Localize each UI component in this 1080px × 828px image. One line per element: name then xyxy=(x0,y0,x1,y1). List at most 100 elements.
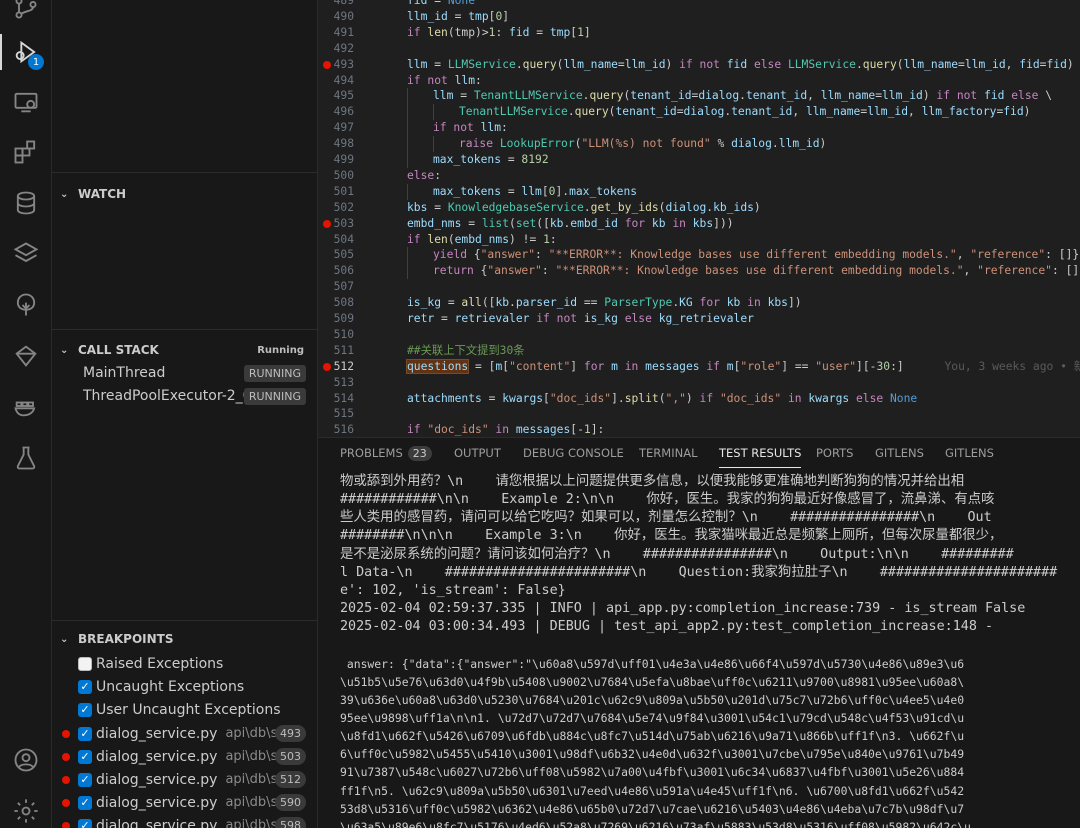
code-text: questions = [m["content"] for m in messa… xyxy=(405,358,1080,375)
code-line[interactable]: 506 return {"answer": "**ERROR**: Knowled… xyxy=(318,263,1080,280)
line-number: 510 xyxy=(333,327,354,341)
settings-gear-icon[interactable] xyxy=(0,789,52,828)
code-text: kbs = KnowledgebaseService.get_by_ids(di… xyxy=(407,200,761,216)
tab-label: OUTPUT xyxy=(454,446,501,460)
code-line[interactable]: 512 questions = [m["content"] for m in me… xyxy=(318,358,1080,375)
code-token: fid xyxy=(1019,57,1040,71)
code-line[interactable]: 508 is_kg = all([kb.parser_id == ParserTy… xyxy=(318,295,1080,311)
code-line[interactable]: 489 fid = None xyxy=(318,0,1080,9)
code-line[interactable]: 502 kbs = KnowledgebaseService.get_by_ids… xyxy=(318,200,1080,216)
code-line[interactable]: 496 TenantLLMService.query(tenant_id=dial… xyxy=(318,104,1080,121)
code-token: llm_id xyxy=(867,105,908,119)
breakpoint-row[interactable]: ✓ dialog_service.py api\db\s... 503 xyxy=(52,745,318,768)
code-line[interactable]: 497 if not llm: xyxy=(318,120,1080,137)
layers-icon[interactable] xyxy=(0,232,52,276)
code-token: split xyxy=(624,391,659,405)
code-line[interactable]: 495 llm = TenantLLMService.query(tenant_i… xyxy=(318,88,1080,105)
code-token: else xyxy=(617,312,659,325)
checkbox[interactable]: ✓ xyxy=(78,795,92,810)
code-line[interactable]: 515 xyxy=(318,406,1080,422)
tab-debug-console[interactable]: DEBUG CONSOLE xyxy=(523,446,624,468)
breakpoint-file: dialog_service.py xyxy=(96,817,218,828)
code-line[interactable]: 503 embd_nms = list(set([kb.embd_id for k… xyxy=(318,216,1080,232)
code-token: all xyxy=(461,296,482,310)
code-line[interactable]: 493 llm = LLMService.query(llm_name=llm_i… xyxy=(318,57,1080,73)
code-token: ( xyxy=(509,216,516,230)
code-line[interactable]: 499 max_tokens = 8192 xyxy=(318,152,1080,168)
tree-icon[interactable] xyxy=(0,283,52,327)
code-line[interactable]: 514 attachments = kwargs["doc_ids"].split… xyxy=(318,391,1080,407)
checkbox[interactable]: ✓ xyxy=(78,818,92,828)
exception-breakpoint-row[interactable]: ✓ User Uncaught Exceptions xyxy=(52,698,318,721)
database-icon[interactable] xyxy=(0,181,52,225)
code-token: : []} xyxy=(1051,264,1080,278)
code-text: yield {"answer": "**ERROR**: Knowledge b… xyxy=(407,247,1079,263)
code-line[interactable]: 509 retr = retrievaler if not is_kg else … xyxy=(318,311,1080,327)
tab-test-results[interactable]: TEST RESULTS xyxy=(719,446,802,468)
exception-breakpoint-row[interactable]: ✓ Uncaught Exceptions xyxy=(52,675,318,698)
code-line[interactable]: 511 ##关联上下文提到30条 xyxy=(318,343,1080,359)
exception-breakpoint-row[interactable]: Raised Exceptions xyxy=(52,652,318,675)
line-number: 492 xyxy=(333,41,354,55)
code-line[interactable]: 491 if len(tmp)>1: fid = tmp[1] xyxy=(318,25,1080,41)
thread-row[interactable]: MainThread RUNNING xyxy=(52,362,318,384)
code-token: = xyxy=(434,312,455,325)
code-line[interactable]: 507 xyxy=(318,279,1080,295)
code-line[interactable]: 516 if "doc_ids" in messages[-1]: xyxy=(318,422,1080,437)
tab-output[interactable]: OUTPUT xyxy=(454,446,501,468)
checkbox[interactable]: ✓ xyxy=(78,772,92,787)
tab-terminal[interactable]: TERMINAL xyxy=(639,446,697,468)
code-line[interactable]: 490 llm_id = tmp[0] xyxy=(318,9,1080,25)
line-number: 499 xyxy=(333,153,354,166)
checkbox[interactable]: ✓ xyxy=(78,702,92,717)
copilot-icon[interactable] xyxy=(0,334,52,378)
code-text: if len(tmp)>1: fid = tmp[1] xyxy=(407,25,591,41)
code-token: kwargs xyxy=(808,391,850,405)
code-line[interactable]: 504 if len(embd_nms) != 1: xyxy=(318,232,1080,248)
run-and-debug-icon[interactable]: 1 xyxy=(0,30,52,74)
source-control-icon[interactable] xyxy=(0,0,52,30)
thread-row[interactable]: ThreadPoolExecutor-2_0 RUNNING xyxy=(52,385,318,407)
call-stack-section-header[interactable]: ⌄ CALL STACK Running xyxy=(52,339,318,361)
code-line[interactable]: 501 max_tokens = llm[0].max_tokens xyxy=(318,183,1080,200)
testing-flask-icon[interactable] xyxy=(0,436,52,480)
code-token: ]. xyxy=(611,391,625,405)
extensions-icon[interactable] xyxy=(0,130,52,174)
account-icon[interactable] xyxy=(0,738,52,782)
tab-problems[interactable]: PROBLEMS 23 xyxy=(340,446,432,468)
code-editor[interactable]: 489 fid = None 490 llm_id = tmp[0] 491 if len… xyxy=(318,0,1080,437)
code-line[interactable]: 505 yield {"answer": "**ERROR**: Knowledg… xyxy=(318,247,1080,264)
code-line[interactable]: 498 raise LookupError("LLM(%s) not found"… xyxy=(318,136,1080,153)
code-token: ] == xyxy=(781,359,816,373)
breakpoint-row[interactable]: ✓ dialog_service.py api\db\s... 512 xyxy=(52,768,318,791)
breakpoint-row[interactable]: ✓ dialog_service.py api\db\s... 493 xyxy=(52,722,318,745)
checkbox[interactable]: ✓ xyxy=(78,679,92,694)
output-line: 2025-02-04 03:00:34.493 | DEBUG | test_a… xyxy=(340,619,994,635)
breakpoint-file: dialog_service.py xyxy=(96,771,218,788)
code-token: dialog xyxy=(731,137,772,151)
code-line[interactable]: 492 xyxy=(318,41,1080,57)
code-token: llm_name xyxy=(563,57,618,71)
code-token: query xyxy=(522,57,557,71)
code-token: tenant_id xyxy=(731,105,793,119)
code-text: llm_id = tmp[0] xyxy=(407,9,509,25)
tab-gitlens[interactable]: GITLENS xyxy=(875,446,924,468)
breakpoint-row[interactable]: ✓ dialog_service.py api\db\s... 590 xyxy=(52,791,318,814)
code-line[interactable]: 513 xyxy=(318,375,1080,391)
remote-explorer-icon[interactable] xyxy=(0,80,52,124)
tab-ports[interactable]: PORTS xyxy=(816,446,853,468)
line-number: 505 xyxy=(333,248,354,262)
watch-section-header[interactable]: ⌄ WATCH xyxy=(52,183,318,205)
code-line[interactable]: 500 else: xyxy=(318,168,1080,184)
checkbox[interactable] xyxy=(78,656,92,671)
code-line[interactable]: 510 xyxy=(318,327,1080,343)
code-line[interactable]: 494 if not llm: xyxy=(318,73,1080,89)
breakpoints-section-header[interactable]: ⌄ BREAKPOINTS xyxy=(52,628,318,650)
breakpoint-row[interactable]: ✓ dialog_service.py api\db\s... 598 xyxy=(52,814,318,828)
checkbox[interactable]: ✓ xyxy=(78,726,92,741)
docker-icon[interactable] xyxy=(0,384,52,428)
checkbox[interactable]: ✓ xyxy=(78,749,92,764)
code-token: : xyxy=(501,121,508,135)
tab-gitlens-2[interactable]: GITLENS xyxy=(945,446,994,468)
code-token: LookupError xyxy=(499,137,575,151)
